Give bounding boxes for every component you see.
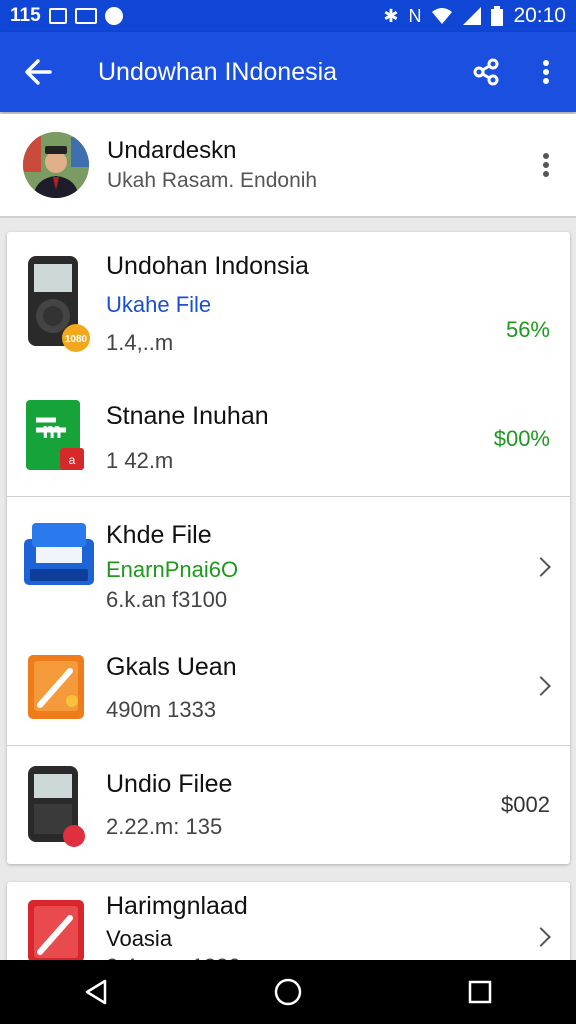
item-subtitle: EnarnPnai6O [106, 557, 239, 582]
item-meta: 490m 1333 [106, 697, 217, 722]
bluetooth-icon: ✱ [383, 5, 399, 26]
back-arrow-icon [25, 59, 52, 85]
item-title: Harimgnlaad [106, 892, 248, 920]
item-title: Stnane Inuhan [106, 402, 269, 430]
alert-icon [104, 7, 123, 25]
item-percent: $00% [493, 426, 550, 451]
profile-name: Undardeskn [107, 137, 237, 164]
item-percent: 56% [505, 317, 550, 342]
app-bar: Undowhan INdonesia [0, 32, 576, 112]
triangle-back-icon [85, 979, 107, 1005]
list-item[interactable]: Gkals Uean 490m 1333 [7, 629, 570, 745]
calculator-phone-icon [22, 764, 92, 853]
profile-menu-button[interactable] [516, 152, 576, 178]
back-button[interactable] [0, 32, 76, 112]
battery-icon [491, 6, 504, 26]
red-notes-icon [22, 896, 92, 967]
list-item[interactable]: m a Stnane Inuhan 1 42.m $00% [7, 372, 570, 496]
item-title: Khde File [106, 521, 212, 549]
signal-icon [463, 7, 482, 25]
item-title: Undio Filee [106, 770, 233, 798]
profile-subtitle: Ukah Rasam. Endonih [107, 169, 318, 192]
item-meta: 1.4,..m [106, 330, 174, 355]
status-left-text: 115 [10, 5, 41, 26]
message-icon [74, 8, 97, 24]
item-price: $002 [501, 792, 550, 817]
back-nav-button[interactable] [66, 960, 126, 1024]
status-bar: 115 ✱ N 20:10 [0, 0, 576, 32]
phone-device-icon: 1080 [22, 254, 92, 359]
list-item[interactable]: Khde File EnarnPnai6O 6.k.an f3100 [7, 497, 570, 629]
file-card: 1080 Undohan Indonsia Ukahe File 1.4,..m… [7, 232, 570, 864]
more-vert-icon [543, 153, 549, 177]
chevron-right-icon [531, 927, 551, 947]
item-title: Gkals Uean [106, 653, 237, 681]
item-badge: 1080 [65, 334, 88, 345]
green-doc-icon: m a [22, 394, 92, 483]
share-button[interactable] [456, 32, 516, 112]
svg-text:m: m [42, 418, 62, 443]
square-recents-icon [468, 980, 492, 1004]
item-meta: 2.22.m: 135 [106, 814, 223, 839]
circle-home-icon [274, 978, 302, 1006]
share-icon [473, 58, 499, 86]
page-title: Undowhan INdonesia [98, 57, 338, 86]
status-time: 20:10 [513, 4, 566, 27]
recents-nav-button[interactable] [450, 960, 510, 1024]
chevron-right-icon [531, 557, 551, 577]
item-meta: 1 42.m [106, 448, 174, 473]
home-nav-button[interactable] [258, 960, 318, 1024]
wifi-icon [432, 8, 453, 24]
notification-icon [48, 8, 67, 24]
more-vert-icon [543, 60, 549, 84]
orange-notes-icon [22, 649, 92, 730]
avatar [23, 132, 89, 198]
item-subtitle: Ukahe File [106, 292, 212, 317]
navigation-bar [0, 960, 576, 1024]
list-item[interactable]: Undio Filee 2.22.m: 135 $002 [7, 746, 570, 864]
blue-kiosk-icon [22, 519, 98, 596]
more-options-button[interactable] [516, 32, 576, 112]
svg-text:a: a [69, 453, 76, 467]
profile-header[interactable]: Undardeskn Ukah Rasam. Endonih [0, 114, 576, 218]
item-subtitle: Voasia [106, 926, 173, 951]
item-title: Undohan Indonsia [106, 252, 309, 280]
item-meta: 6.k.an f3100 [106, 587, 228, 612]
chevron-right-icon [531, 676, 551, 696]
list-item[interactable]: 1080 Undohan Indonsia Ukahe File 1.4,..m… [7, 232, 570, 372]
nfc-icon: N [408, 5, 422, 26]
